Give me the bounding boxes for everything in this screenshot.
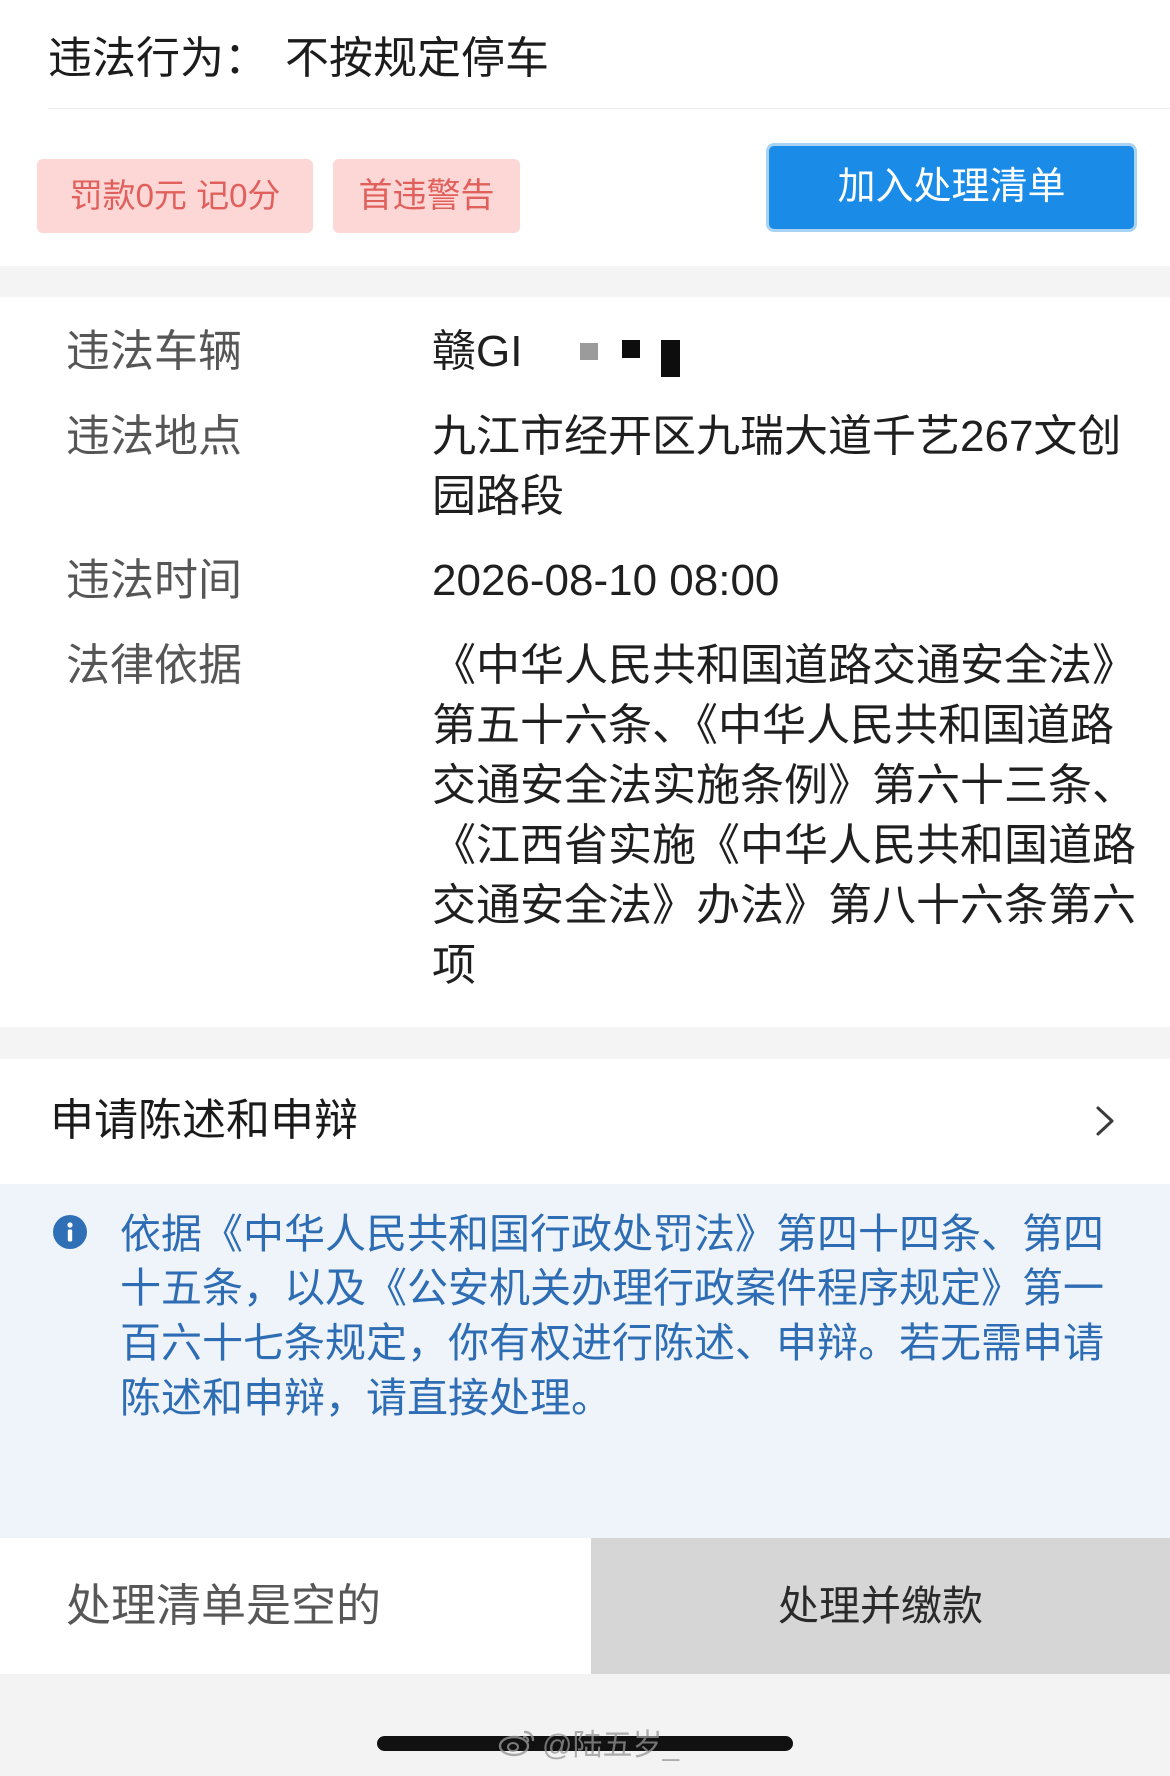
legal-basis-line: 《江西省实施《中华人民共和国道路 bbox=[432, 821, 1136, 870]
location-label: 违法地点 bbox=[66, 412, 242, 461]
process-list-status: 处理清单是空的 bbox=[66, 1580, 382, 1631]
apply-statement-defense-row[interactable]: 申请陈述和申辩 bbox=[0, 1059, 1170, 1184]
vehicle-plate-value: 赣GI bbox=[432, 327, 523, 376]
bottom-action-bar: 处理清单是空的 处理并缴款 bbox=[0, 1538, 1170, 1674]
statement-rights-notice: 依据《中华人民共和国行政处罚法》第四十四条、第四 十五条，以及《公安机关办理行政… bbox=[0, 1184, 1170, 1538]
violation-detail-screen: 违法行为： 不按规定停车 罚款0元 记0分 首违警告 加入处理清单 违法车辆 赣… bbox=[0, 0, 1170, 1776]
time-label: 违法时间 bbox=[66, 556, 242, 605]
info-icon bbox=[53, 1215, 87, 1249]
process-and-pay-button[interactable]: 处理并缴款 bbox=[591, 1538, 1170, 1674]
section-separator bbox=[0, 1027, 1170, 1059]
plate-redaction bbox=[580, 343, 598, 360]
first-offense-warning-badge: 首违警告 bbox=[333, 159, 520, 233]
add-to-process-list-button[interactable]: 加入处理清单 bbox=[766, 143, 1137, 232]
legal-basis-line: 交通安全法》办法》第八十六条第六 bbox=[432, 881, 1136, 930]
legal-basis-line: 《中华人民共和国道路交通安全法》 bbox=[432, 641, 1136, 690]
notice-text-line: 陈述和申辩，请直接处理。 bbox=[120, 1375, 612, 1421]
penalty-badge: 罚款0元 记0分 bbox=[37, 159, 313, 233]
notice-text-line: 百六十七条规定，你有权进行陈述、申辩。若无需申请 bbox=[120, 1320, 1104, 1366]
notice-text-line: 依据《中华人民共和国行政处罚法》第四十四条、第四 bbox=[120, 1211, 1104, 1257]
legal-basis-line: 第五十六条、《中华人民共和国道路 bbox=[432, 701, 1114, 750]
vehicle-label: 违法车辆 bbox=[66, 327, 242, 376]
legal-basis-line: 交通安全法实施条例》第六十三条、 bbox=[432, 761, 1136, 810]
watermark-text: @陆五岁_ bbox=[542, 1729, 680, 1762]
legal-basis-line: 项 bbox=[432, 941, 476, 990]
divider bbox=[48, 108, 1170, 109]
location-value-line: 九江市经开区九瑞大道千艺267文创 bbox=[432, 412, 1122, 461]
legal-basis-label: 法律依据 bbox=[66, 641, 242, 690]
footer-area: @陆五岁_ bbox=[0, 1674, 1170, 1776]
violation-type-value: 不按规定停车 bbox=[285, 34, 549, 83]
violation-type-label: 违法行为： bbox=[48, 34, 268, 83]
location-value-line: 园路段 bbox=[432, 472, 564, 521]
watermark: @陆五岁_ bbox=[498, 1722, 679, 1762]
plate-redaction bbox=[622, 340, 640, 358]
chevron-right-icon bbox=[1096, 1106, 1114, 1136]
weibo-logo-icon bbox=[498, 1730, 535, 1757]
section-separator bbox=[0, 266, 1170, 297]
notice-text-line: 十五条，以及《公安机关办理行政案件程序规定》第一 bbox=[120, 1265, 1104, 1311]
plate-redaction bbox=[661, 340, 680, 377]
time-value: 2026-08-10 08:00 bbox=[432, 556, 780, 605]
apply-statement-defense-label: 申请陈述和申辩 bbox=[50, 1096, 358, 1145]
